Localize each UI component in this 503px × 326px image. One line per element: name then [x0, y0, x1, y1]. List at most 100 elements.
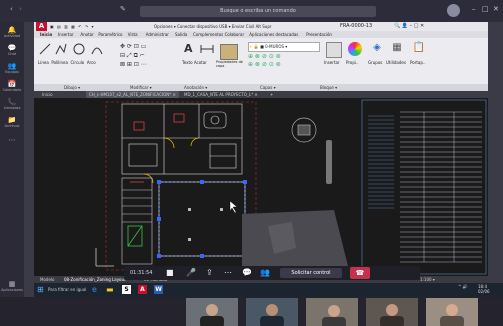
more-icon: ⋯ — [8, 136, 16, 144]
ribbon-tab-5[interactable]: Administrar — [146, 32, 169, 37]
camera-icon[interactable]: ■ — [166, 268, 174, 277]
new-tab-button[interactable]: + — [270, 92, 273, 97]
autocad-logo-icon[interactable]: A — [36, 22, 47, 31]
doc-tab-casa[interactable]: MD_1_CASA_NTE AL PROYECTO_L* ✕ — [184, 92, 258, 97]
insert-block-icon[interactable] — [326, 42, 342, 58]
rail-item-chat[interactable]: 💬 Chat — [0, 44, 24, 56]
rail-item-apps[interactable]: ▦ Aplicaciones — [0, 280, 24, 292]
utilities-icon[interactable]: ▦ — [390, 42, 404, 56]
call-timer: 01:31:54 — [130, 270, 153, 276]
autocad-taskbar-icon[interactable]: A — [138, 285, 147, 294]
ribbon-panel-titles: Dibujo ▾ Modificar ▾ Anotación ▾ Capas ▾… — [34, 84, 488, 91]
clipboard-icon[interactable]: 📋 — [412, 42, 426, 56]
avatar[interactable] — [447, 4, 460, 17]
ribbon-tab-3[interactable]: Paramétrico — [98, 32, 122, 37]
ucs-icon — [95, 248, 114, 267]
text-icon[interactable]: A — [184, 42, 198, 56]
teams-title-bar: ‹ › ✎ Busque o escriba un comando – □ ✕ — [0, 0, 503, 22]
polyline-tool[interactable] — [54, 42, 68, 56]
participant-video-4[interactable] — [366, 298, 418, 326]
circle-icon — [73, 43, 85, 55]
forward-arrow-icon[interactable]: › — [19, 5, 22, 13]
participant-video-2[interactable] — [246, 298, 298, 326]
ribbon-tab-4[interactable]: Vista — [128, 32, 138, 37]
windows-start-icon[interactable]: ⊞ — [37, 285, 44, 294]
doc-tab-start[interactable]: Inicio — [42, 92, 53, 97]
participant-video-strip — [0, 297, 503, 326]
rail-item-calls[interactable]: 📞 Llamadas — [0, 98, 24, 110]
microphone-icon[interactable]: 🎤 — [186, 268, 196, 277]
layer-tools[interactable]: ⊕ ⊗ ⊘ ⊙ ⊚ ⊕ ⊗ ⊘ ⊙ ⊚ — [248, 53, 318, 69]
drawing-canvas[interactable] — [34, 98, 488, 276]
more-actions-icon[interactable]: ⋯ — [224, 268, 232, 277]
share-screen-icon[interactable]: ⇪ — [206, 268, 213, 277]
lower-left-wing — [121, 177, 153, 265]
word-taskbar-icon[interactable]: W — [154, 285, 163, 294]
hang-up-icon: ☎ — [355, 269, 365, 277]
dimension-tool[interactable] — [200, 42, 214, 56]
participants-icon[interactable]: 👥 — [260, 268, 270, 277]
layer-properties-label: Propiedades de capa — [216, 60, 243, 68]
taskbar-search[interactable]: Para filtrar en igual — [48, 287, 86, 292]
ribbon-tab-2[interactable]: Anotar — [80, 32, 93, 37]
arc-tool[interactable] — [90, 42, 104, 56]
minimize-icon[interactable]: – — [472, 5, 476, 13]
properties-palette-icon[interactable] — [348, 42, 362, 56]
ribbon-tab-7[interactable]: Complementos — [193, 32, 223, 37]
rail-item-teams[interactable]: 👥 Equipos — [0, 62, 24, 74]
teams-taskbar-icon[interactable]: S — [122, 285, 131, 294]
doc-tab-zonificacion[interactable]: CH_c-HM107_s2_AL_NTE_ZONIFICACION* ✕ — [86, 91, 179, 98]
ribbon-tab-10[interactable]: Presentación — [306, 32, 332, 37]
quick-access-menu[interactable]: Opciones ▾ Conectar dispositivo USB ▾ En… — [154, 24, 272, 29]
window-controls-icon[interactable]: 🔍 👤 – □ ✕ — [394, 23, 424, 29]
panel-layers[interactable]: Capas ▾ — [260, 85, 276, 90]
panel-annotation[interactable]: Anotación ▾ — [184, 85, 207, 90]
selected-room — [157, 180, 247, 258]
request-control-button[interactable]: Solicitar control — [280, 268, 342, 278]
group-icon[interactable]: ◈ — [370, 42, 384, 56]
ribbon-tab-9[interactable]: Aplicaciones destacadas — [249, 32, 298, 37]
teams-app-rail: 🔔 Actividad 💬 Chat 👥 Equipos 📅 Calendario 📞 L… — [0, 22, 24, 326]
drawing-title: FRA-0000-13 — [340, 23, 373, 29]
ribbon-tab-1[interactable]: Insertar — [58, 32, 74, 37]
panel-modify[interactable]: Modificar ▾ — [130, 85, 152, 90]
participant-video-3[interactable] — [306, 298, 358, 326]
teams-icon: 👥 — [7, 62, 17, 70]
rail-item-activity[interactable]: 🔔 Actividad — [0, 26, 24, 38]
chat-icon[interactable]: 💬 — [242, 268, 252, 277]
file-explorer-icon[interactable]: ▬ — [106, 285, 114, 294]
panel-block[interactable]: Bloque ▾ — [320, 85, 337, 90]
polyline-icon — [55, 43, 67, 55]
back-arrow-icon[interactable]: ‹ — [10, 5, 13, 13]
compose-icon[interactable]: ✎ — [120, 5, 126, 13]
chat-icon: 💬 — [7, 44, 17, 52]
ribbon-tab-8[interactable]: Colaborar — [225, 32, 245, 37]
rail-item-calendar[interactable]: 📅 Calendario — [0, 80, 24, 92]
edge-icon[interactable]: e — [92, 285, 97, 294]
maximize-icon[interactable]: □ — [482, 5, 489, 13]
modify-tools[interactable]: ✥ ⟳ ⊡ ▭ ⊟ ⤢ ⧉ ⌐ ⊠ ⊞ ⊡ ⋯ — [120, 42, 180, 78]
panel-draw[interactable]: Dibujo ▾ — [64, 85, 80, 90]
system-tray-icon[interactable]: ^ 🔊 — [458, 284, 468, 289]
layer-properties-icon[interactable] — [220, 44, 238, 60]
terrain-area — [242, 210, 350, 274]
scale-selector[interactable]: 1:100 ▾ — [420, 277, 435, 282]
bell-icon: 🔔 — [7, 26, 17, 34]
close-icon[interactable]: ✕ — [493, 5, 499, 13]
layout-tab-zoning[interactable]: 08-Zonificación_Zoning Layout — [64, 277, 126, 282]
participant-video-1[interactable] — [186, 298, 238, 326]
hang-up-button[interactable]: ☎ — [350, 267, 370, 279]
participant-video-5[interactable] — [426, 298, 478, 326]
line-icon — [39, 43, 51, 55]
quick-access-toolbar-icon[interactable]: ▣ ▤ ▥ ▦ ↶ ↷ ▾ — [50, 24, 94, 29]
ribbon-tab-6[interactable]: Salida — [175, 32, 187, 37]
layer-dropdown[interactable]: ☀ 🔓 ■ 0-MUROS ▾ — [248, 42, 320, 52]
ribbon-tab-0[interactable]: Inicio — [40, 32, 52, 37]
line-tool[interactable] — [38, 42, 52, 56]
rail-item-more[interactable]: ⋯ — [0, 136, 24, 144]
rail-item-files[interactable]: 📁 Archivos — [0, 116, 24, 128]
circle-tool[interactable] — [72, 42, 86, 56]
windows-taskbar: ⊞ Para filtrar en igual e ▬ S A W ^ 🔊 18… — [34, 283, 503, 297]
model-tab[interactable]: Modelo — [40, 277, 54, 282]
search-input[interactable]: Busque o escriba un comando — [140, 6, 376, 17]
